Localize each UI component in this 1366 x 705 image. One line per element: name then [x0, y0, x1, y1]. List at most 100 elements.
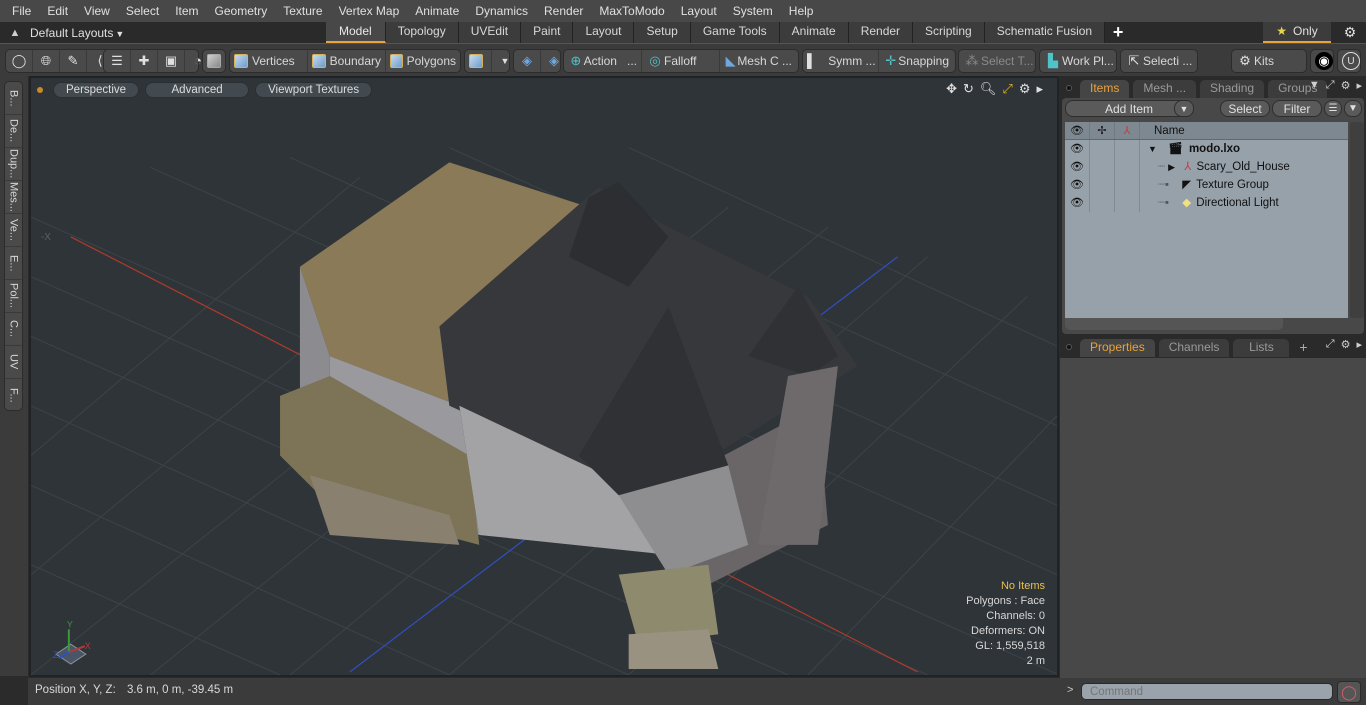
- tool-tab-deform[interactable]: De...: [5, 115, 22, 148]
- lock-column-icon[interactable]: ✢: [1090, 122, 1115, 139]
- rotate-icon[interactable]: ↻: [963, 81, 974, 97]
- cross-button[interactable]: ✚: [131, 50, 158, 72]
- item-mode-button[interactable]: [203, 50, 229, 72]
- stack-button[interactable]: ☰: [104, 50, 131, 72]
- texture-mode-button[interactable]: Viewport Textures: [255, 82, 373, 98]
- tool-tab-polygon[interactable]: Pol...: [5, 280, 22, 313]
- zoom-magnifier-icon[interactable]: 🔍︎: [980, 81, 997, 97]
- view-mode-button[interactable]: Perspective: [53, 82, 140, 98]
- tab-animate[interactable]: Animate: [779, 22, 849, 43]
- tabs-dropdown-icon[interactable]: ▼: [1309, 79, 1320, 92]
- house-model[interactable]: [280, 162, 858, 670]
- tab-scripting[interactable]: Scripting: [913, 22, 985, 43]
- visibility-eye-icon[interactable]: 👁︎: [1065, 194, 1090, 212]
- visibility-eye-icon[interactable]: 👁︎: [1065, 158, 1090, 176]
- funnel-filter-icon[interactable]: ▼: [1344, 100, 1362, 117]
- tool-tab-mesh-edit[interactable]: Mes...: [5, 181, 22, 214]
- tool-tab-vertex[interactable]: Ve...: [5, 214, 22, 247]
- expand-panel-icon[interactable]: ⤢: [1326, 338, 1335, 351]
- world-axis-button[interactable]: ◈: [514, 50, 541, 72]
- tab-game-tools[interactable]: Game Tools: [690, 22, 780, 43]
- viewport-options-dot-icon[interactable]: [37, 87, 43, 93]
- menu-layout[interactable]: Layout: [673, 0, 725, 22]
- add-item-dropdown-icon[interactable]: ▼: [1174, 100, 1194, 117]
- tab-setup[interactable]: Setup: [634, 22, 691, 43]
- tab-mesh[interactable]: Mesh ...: [1133, 80, 1197, 98]
- tab-properties[interactable]: Properties: [1080, 339, 1155, 357]
- tab-schematic-fusion[interactable]: Schematic Fusion: [984, 22, 1106, 43]
- work-plane-button[interactable]: ▙ Work Pl...: [1040, 50, 1118, 72]
- viewport-gear-icon[interactable]: ⚙: [1019, 81, 1031, 97]
- panel-gear-icon[interactable]: ⚙: [1341, 338, 1351, 351]
- 3d-viewport[interactable]: -X Y X Z Perspective Advanced Viewport T…: [29, 76, 1059, 677]
- unity-button[interactable]: ◉: [1311, 50, 1337, 72]
- filter-button[interactable]: Filter: [1272, 100, 1322, 117]
- axis-column-icon[interactable]: ⅄: [1115, 122, 1140, 139]
- visibility-eye-column-icon[interactable]: 👁︎: [1065, 122, 1090, 139]
- shading-mode-button[interactable]: Advanced: [145, 82, 250, 98]
- tree-horizontal-scrollbar[interactable]: [1065, 318, 1283, 330]
- tool-tab-duplicate[interactable]: Dup...: [5, 148, 22, 181]
- visibility-eye-icon[interactable]: 👁︎: [1065, 176, 1090, 194]
- viewport-expand-arrow-icon[interactable]: ▸: [1036, 81, 1043, 97]
- menu-file[interactable]: File: [4, 0, 39, 22]
- menu-system[interactable]: System: [725, 0, 781, 22]
- tab-model[interactable]: Model: [326, 22, 386, 43]
- gear-icon[interactable]: ⚙: [1338, 22, 1362, 43]
- expand-triangle-icon[interactable]: ▼: [1148, 144, 1157, 154]
- collapse-up-icon[interactable]: ▲: [0, 27, 30, 39]
- tree-row-modo-lxo[interactable]: 👁︎ ▼ 🎬︎ modo.lxo: [1065, 140, 1348, 158]
- maximize-icon[interactable]: ⤢: [1002, 81, 1012, 97]
- only-toggle[interactable]: ★ Only: [1263, 22, 1331, 43]
- tab-shading[interactable]: Shading: [1200, 80, 1265, 98]
- menu-select[interactable]: Select: [118, 0, 167, 22]
- circle-select-button[interactable]: ◯: [6, 50, 33, 72]
- falloff-button[interactable]: ◎ Falloff: [642, 50, 720, 72]
- name-column-header[interactable]: Name: [1140, 122, 1185, 139]
- tab-uvedit[interactable]: UVEdit: [458, 22, 522, 43]
- menu-texture[interactable]: Texture: [275, 0, 330, 22]
- tool-tab-curve[interactable]: C...: [5, 313, 22, 346]
- unreal-button[interactable]: U: [1338, 50, 1364, 72]
- panel-gear-icon[interactable]: ⚙: [1341, 79, 1351, 92]
- tab-paint[interactable]: Paint: [521, 22, 574, 43]
- frame-button[interactable]: ▣: [158, 50, 185, 72]
- boundary-button[interactable]: Boundary: [308, 50, 386, 72]
- menu-dynamics[interactable]: Dynamics: [467, 0, 536, 22]
- polygons-button[interactable]: Polygons: [386, 50, 460, 72]
- symmetry-button[interactable]: ▌ Symm ...: [803, 50, 879, 72]
- tree-row-directional-light[interactable]: 👁︎ ┈▪ ◆ Directional Light: [1065, 194, 1348, 212]
- mesh-constraint-button[interactable]: ◣ Mesh C ...: [720, 50, 796, 72]
- pen-tool-button[interactable]: ✎: [60, 50, 87, 72]
- menu-help[interactable]: Help: [781, 0, 822, 22]
- add-tab-plus-icon[interactable]: +: [1105, 22, 1131, 43]
- menu-render[interactable]: Render: [536, 0, 591, 22]
- menu-animate[interactable]: Animate: [407, 0, 467, 22]
- material-mode-button[interactable]: [465, 50, 492, 72]
- tab-topology[interactable]: Topology: [385, 22, 459, 43]
- default-layouts-dropdown[interactable]: Default Layouts ▼: [30, 26, 326, 40]
- record-macro-icon[interactable]: ◯: [1337, 681, 1361, 703]
- select-through-button[interactable]: ⁂ Select T...: [959, 50, 1037, 72]
- snapping-button[interactable]: ✛ Snapping: [879, 50, 953, 72]
- tab-render[interactable]: Render: [848, 22, 914, 43]
- panel-options-dot-icon[interactable]: [1066, 85, 1072, 91]
- panel-options-dot-icon[interactable]: [1066, 344, 1072, 350]
- tree-row-scary-old-house[interactable]: 👁︎ ┈ ▶ ⅄ Scary_Old_House: [1065, 158, 1348, 176]
- action-center-button[interactable]: ⊕ Action...: [564, 50, 642, 72]
- command-input[interactable]: [1081, 683, 1333, 700]
- selection-sets-button[interactable]: ⇱ Selecti ...: [1121, 50, 1196, 72]
- visibility-eye-icon[interactable]: 👁︎: [1065, 140, 1090, 158]
- menu-edit[interactable]: Edit: [39, 0, 76, 22]
- add-tab-plus-icon[interactable]: +: [1299, 339, 1307, 355]
- tool-tab-edge[interactable]: E...: [5, 247, 22, 280]
- list-options-icon[interactable]: ☰: [1324, 100, 1342, 117]
- menu-geometry[interactable]: Geometry: [207, 0, 276, 22]
- tab-channels[interactable]: Channels: [1158, 339, 1230, 357]
- tab-items[interactable]: Items: [1080, 80, 1130, 98]
- panel-arrow-icon[interactable]: ▸: [1356, 338, 1362, 351]
- menu-maxtomodo[interactable]: MaxToModo: [591, 0, 672, 22]
- globe-select-button[interactable]: 🌐︎: [33, 50, 60, 72]
- tool-tab-fusion[interactable]: F...: [5, 379, 22, 412]
- pan-move-icon[interactable]: ✥: [946, 81, 957, 97]
